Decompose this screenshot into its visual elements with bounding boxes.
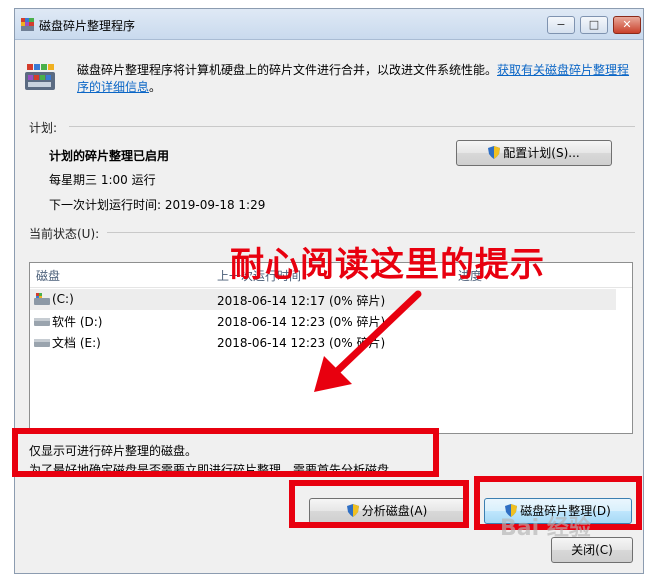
annotation-arrow [314, 290, 422, 392]
defrag-app-icon [21, 18, 34, 31]
window-title: 磁盘碎片整理程序 [39, 19, 136, 33]
configure-schedule-button[interactable]: 配置计划(S)... [456, 140, 612, 166]
schedule-status: 计划的碎片整理已启用 [49, 149, 170, 163]
maximize-button[interactable]: □ [580, 16, 608, 34]
system-drive-icon [34, 293, 50, 305]
schedule-frequency: 每星期三 1:00 运行 [49, 173, 156, 187]
annotation-box-notes [12, 428, 439, 477]
status-section-label: 当前状态(U): [29, 227, 100, 241]
column-header-disk[interactable]: 磁盘 [36, 267, 60, 284]
close-window-button[interactable]: ✕ [613, 16, 641, 34]
annotation-box-analyze [289, 480, 469, 528]
next-run-time: 下一次计划运行时间: 2019-09-18 1:29 [49, 198, 266, 212]
configure-schedule-label: 配置计划(S)... [503, 146, 580, 160]
drive-icon [34, 339, 50, 347]
disk-name: (C:) [52, 292, 74, 306]
watermark-logo: Bai 经验 [500, 516, 591, 541]
title-bar[interactable]: 磁盘碎片整理程序 − □ ✕ [15, 9, 643, 40]
uac-shield-icon [488, 146, 501, 159]
minimize-button[interactable]: − [547, 16, 575, 34]
drive-icon [34, 318, 50, 326]
schedule-separator [69, 126, 635, 127]
schedule-section-label: 计划: [29, 121, 58, 135]
disk-name: 文档 (E:) [52, 336, 101, 350]
defrag-large-icon [25, 64, 55, 90]
status-separator [107, 232, 635, 233]
intro-description: 磁盘碎片整理程序将计算机硬盘上的碎片文件进行合并，以改进文件系统性能。 [77, 63, 498, 77]
annotation-text: 耐心阅读这里的提示 [230, 245, 545, 285]
intro-period: 。 [149, 80, 162, 94]
disk-name: 软件 (D:) [52, 315, 103, 329]
intro-text: 磁盘碎片整理程序将计算机硬盘上的碎片文件进行合并，以改进文件系统性能。获取有关磁… [77, 62, 637, 96]
